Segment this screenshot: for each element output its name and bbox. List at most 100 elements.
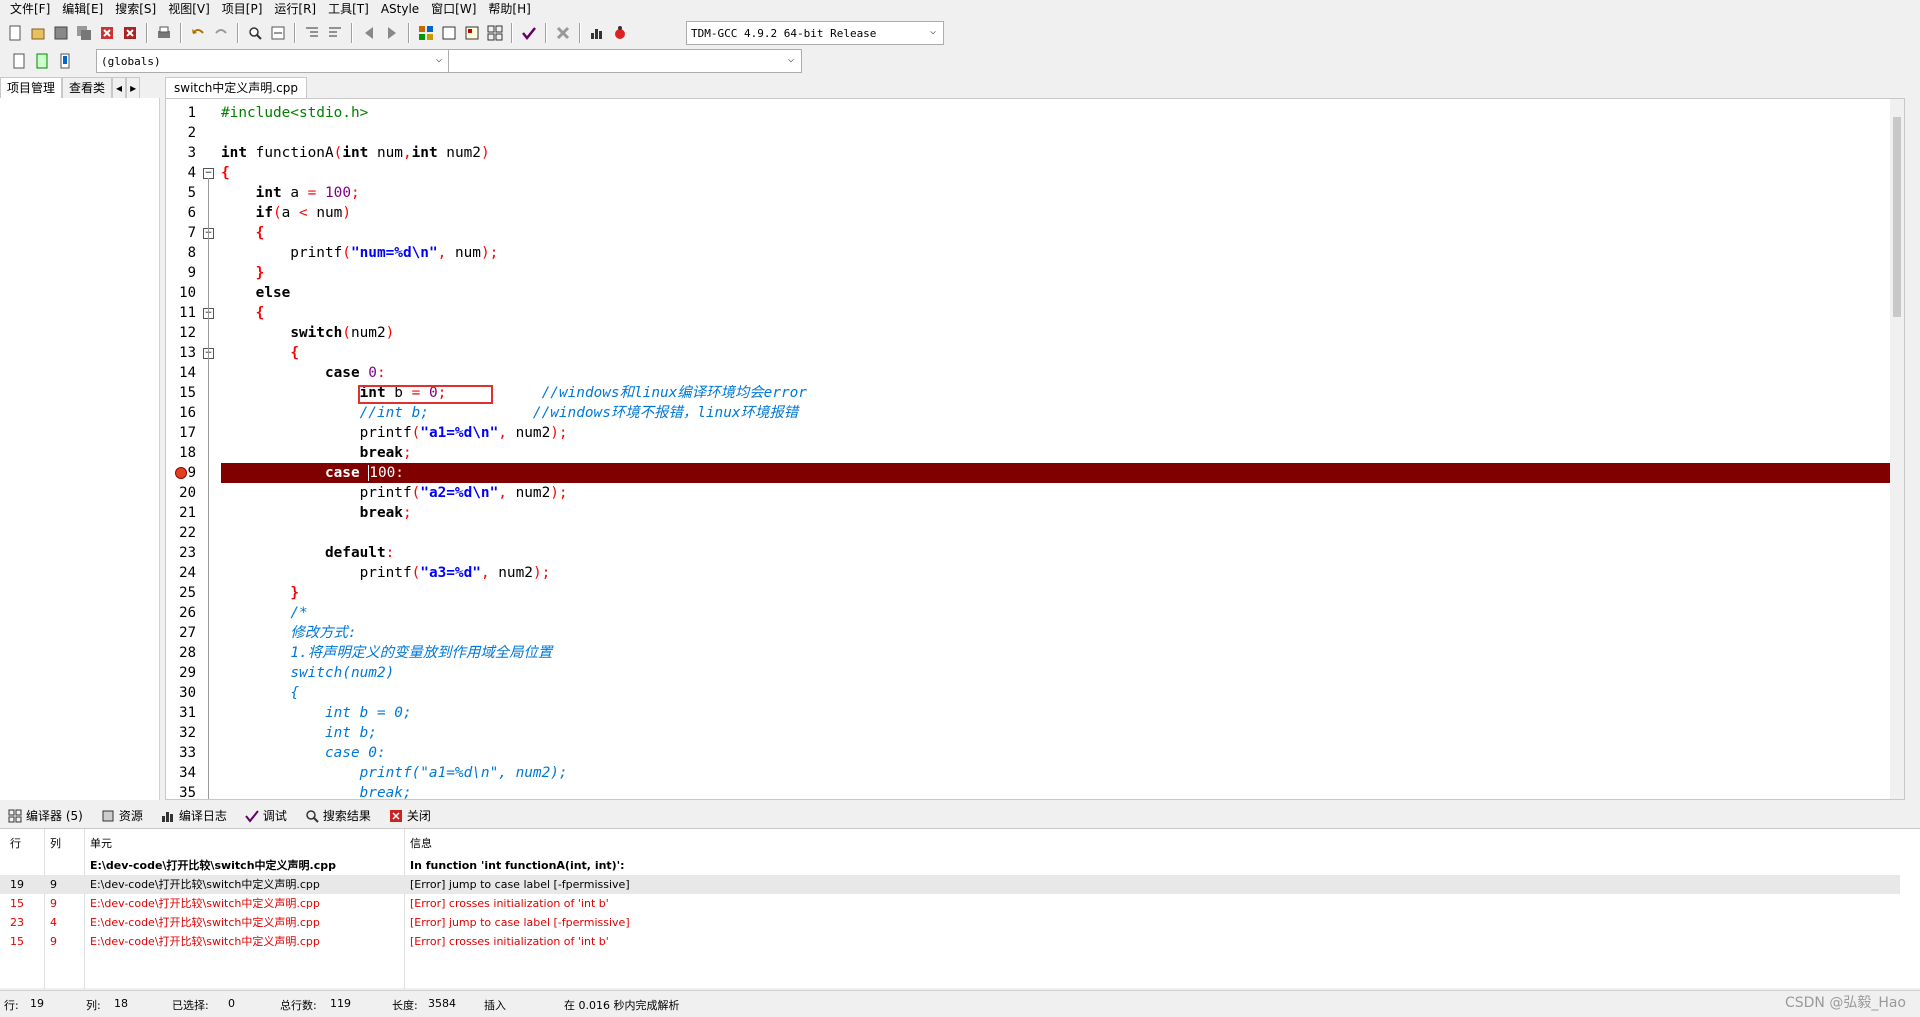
header-info[interactable]: 信息 — [410, 834, 432, 853]
line-number: 3 — [187, 145, 196, 161]
menu-tools[interactable]: 工具[T] — [322, 0, 375, 18]
main-toolbar — [4, 20, 631, 46]
compile-run-icon[interactable] — [461, 22, 483, 44]
line-number: 26 — [179, 605, 196, 621]
close-file-icon[interactable] — [96, 22, 118, 44]
undo-icon[interactable] — [187, 22, 209, 44]
find-icon[interactable] — [244, 22, 266, 44]
tab-compiler-label: 编译器 (5) — [26, 809, 83, 823]
line-number: 28 — [179, 645, 196, 661]
menu-project[interactable]: 项目[P] — [216, 0, 269, 18]
replace-icon[interactable] — [267, 22, 289, 44]
print-icon[interactable] — [153, 22, 175, 44]
menu-view[interactable]: 视图[V] — [162, 0, 216, 18]
message-info: [Error] crosses initialization of 'int b… — [410, 935, 609, 948]
code-line-30: { — [290, 685, 299, 701]
message-row[interactable]: 15 9 E:\dev-code\打开比较\switch中定义声明.cpp [E… — [0, 932, 1900, 951]
open-file-icon[interactable] — [27, 22, 49, 44]
tab-compile-log-label: 编译日志 — [178, 809, 227, 823]
watermark: CSDN @弘毅_Hao — [1784, 995, 1906, 1011]
message-row[interactable]: E:\dev-code\打开比较\switch中定义声明.cpp In func… — [0, 856, 1900, 875]
header-line[interactable]: 行 — [10, 834, 21, 853]
code-line-18: break; — [359, 445, 412, 461]
tab-debug[interactable]: 调试 — [241, 807, 291, 825]
message-unit: E:\dev-code\打开比较\switch中定义声明.cpp — [90, 916, 320, 929]
status-mode: 插入 — [484, 999, 506, 1012]
menu-astyle[interactable]: AStyle — [375, 0, 425, 18]
error-marker-icon — [174, 467, 187, 479]
left-panel-tabs: 项目管理 查看类 ◂ ▸ — [0, 76, 160, 98]
chevron-down-icon: ⌵ — [787, 54, 795, 65]
stop-icon[interactable] — [552, 22, 574, 44]
insert-icon[interactable] — [8, 50, 30, 72]
scrollbar-thumb[interactable] — [1893, 117, 1901, 317]
menu-search[interactable]: 搜索[S] — [109, 0, 162, 18]
menu-file[interactable]: 文件[F] — [4, 0, 56, 18]
tab-search-results[interactable]: 搜索结果 — [301, 807, 375, 825]
message-row[interactable]: 23 4 E:\dev-code\打开比较\switch中定义声明.cpp [E… — [0, 913, 1900, 932]
tab-scroll-left-icon[interactable]: ◂ — [112, 77, 127, 98]
tab-scroll-right-icon[interactable]: ▸ — [126, 77, 141, 98]
message-unit: E:\dev-code\打开比较\switch中定义声明.cpp — [90, 859, 336, 872]
code-line-35: break; — [359, 785, 412, 800]
line-number: 33 — [179, 745, 196, 761]
tab-compile-log[interactable]: 编译日志 — [157, 807, 231, 825]
project-tree-panel[interactable] — [0, 98, 160, 800]
line-number: 12 — [179, 325, 196, 341]
line-number: 25 — [179, 585, 196, 601]
message-row[interactable]: 19 9 E:\dev-code\打开比较\switch中定义声明.cpp [E… — [0, 875, 1900, 894]
compiler-select[interactable]: TDM-GCC 4.9.2 64-bit Release ⌵ — [686, 21, 944, 45]
bottom-panel-tabs: 编译器 (5) 资源 编译日志 调试 搜索结果 关闭 — [0, 804, 1920, 828]
header-unit[interactable]: 单元 — [90, 834, 112, 853]
menu-run[interactable]: 运行[R] — [268, 0, 322, 18]
resource-icon — [101, 809, 115, 823]
code-line-23: default: — [324, 545, 395, 561]
tab-project-manager[interactable]: 项目管理 — [0, 77, 63, 98]
code-line-12: switch(num2) — [290, 325, 395, 341]
vertical-scrollbar[interactable] — [1890, 99, 1904, 799]
compile-icon[interactable] — [415, 22, 437, 44]
close-all-icon[interactable] — [119, 22, 141, 44]
line-number: 22 — [179, 525, 196, 541]
save-all-icon[interactable] — [73, 22, 95, 44]
save-icon[interactable] — [50, 22, 72, 44]
line-number: 32 — [179, 725, 196, 741]
symbol-select[interactable]: ⌵ — [448, 49, 802, 73]
rebuild-icon[interactable] — [484, 22, 506, 44]
toggle-bookmark-icon[interactable] — [54, 50, 76, 72]
profile-chart-icon[interactable] — [586, 22, 608, 44]
tab-compiler[interactable]: 编译器 (5) — [4, 807, 87, 825]
menu-help[interactable]: 帮助[H] — [482, 0, 536, 18]
code-line-5: int a = 100; — [255, 185, 360, 201]
menu-edit[interactable]: 编辑[E] — [56, 0, 109, 18]
code-area[interactable]: #include<stdio.h> int functionA(int num,… — [221, 99, 1901, 800]
compiler-messages[interactable]: 行 列 单元 信息 E:\dev-code\打开比较\switch中定义声明.c… — [0, 828, 1920, 989]
tab-class-view[interactable]: 查看类 — [62, 77, 113, 98]
debug-bug-icon[interactable] — [609, 22, 631, 44]
new-file-icon[interactable] — [4, 22, 26, 44]
tab-resources[interactable]: 资源 — [97, 807, 147, 825]
goto-forward-icon[interactable] — [381, 22, 403, 44]
tab-close[interactable]: 关闭 — [385, 807, 435, 825]
goto-back-icon[interactable] — [358, 22, 380, 44]
header-col[interactable]: 列 — [50, 834, 61, 853]
code-line-3: int functionA(int num,int num2) — [221, 145, 490, 161]
message-row[interactable]: 15 9 E:\dev-code\打开比较\switch中定义声明.cpp [E… — [0, 894, 1900, 913]
code-line-8: printf("num=%d\n", num); — [221, 245, 499, 261]
status-len-label: 长度: — [392, 999, 418, 1012]
line-number: 11 — [179, 305, 196, 321]
indent-icon[interactable] — [301, 22, 323, 44]
tab-file[interactable]: switch中定义声明.cpp — [165, 77, 307, 98]
message-info: [Error] jump to case label [-fpermissive… — [410, 878, 630, 891]
menu-window[interactable]: 窗口[W] — [425, 0, 482, 18]
code-editor[interactable]: 1 2 3 4 5 6 7 8 9 10 11 12 13 14 15 16 17 18 9 20 21 22 23 24 25… — [165, 98, 1905, 800]
unindent-icon[interactable] — [324, 22, 346, 44]
redo-icon[interactable] — [210, 22, 232, 44]
scope-select[interactable]: (globals) ⌵ — [96, 49, 450, 73]
message-unit: E:\dev-code\打开比较\switch中定义声明.cpp — [90, 935, 320, 948]
syntax-check-icon[interactable] — [518, 22, 540, 44]
goto-bookmark-icon[interactable] — [31, 50, 53, 72]
code-line-27: 修改方式: — [290, 625, 357, 641]
code-line-17: printf("a1=%d\n", num2); — [221, 425, 568, 441]
run-icon[interactable] — [438, 22, 460, 44]
